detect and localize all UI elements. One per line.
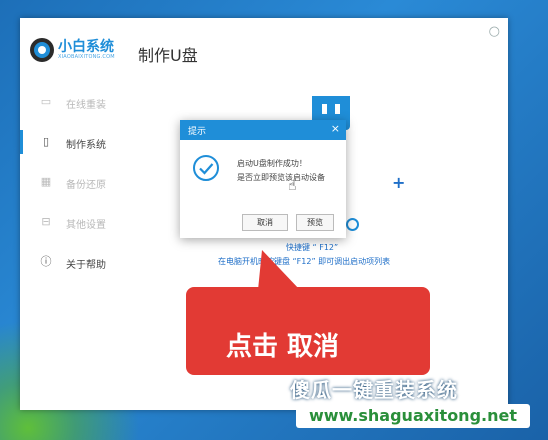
watermark-url: www.shaguaxitong.net <box>296 404 530 428</box>
callout-text: 点击 取消 <box>226 332 340 362</box>
watermark-title: 傻瓜一键重装系统 <box>290 378 458 402</box>
